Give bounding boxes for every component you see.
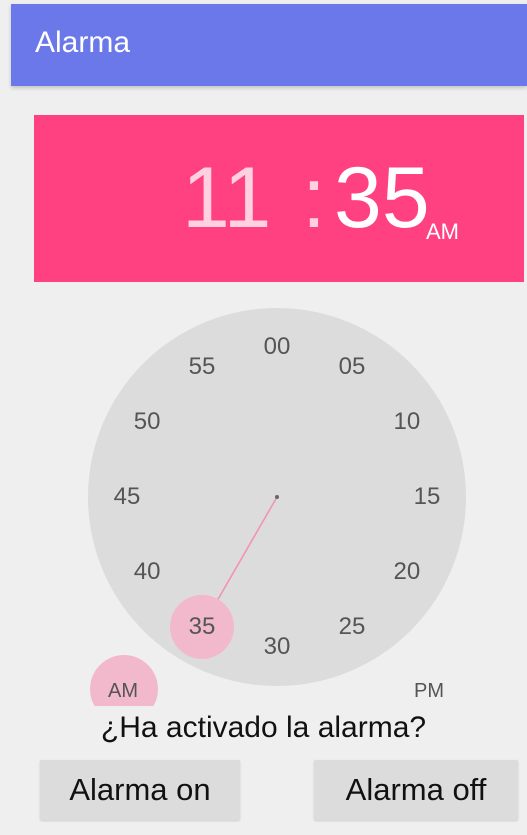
question-text: ¿Ha activado la alarma? (0, 706, 527, 750)
app-title: Alarma (35, 26, 131, 59)
alarm-off-button[interactable]: Alarma off (314, 760, 518, 820)
time-separator: : (302, 150, 326, 246)
minute-label-15[interactable]: 15 (397, 483, 457, 511)
clock-center-dot (275, 495, 279, 499)
minute-clock-dial[interactable]: 00 05 10 15 20 25 30 35 40 45 50 55 (88, 308, 466, 686)
pm-button[interactable]: PM (414, 680, 444, 703)
alarm-on-button[interactable]: Alarma on (40, 760, 240, 820)
minute-label-10[interactable]: 10 (377, 408, 437, 436)
ampm-display: AM (426, 219, 459, 244)
minute-label-30[interactable]: 30 (247, 633, 307, 661)
time-display: 11 : 35 AM (34, 115, 524, 282)
app-bar: Alarma (11, 4, 527, 86)
minute-label-05[interactable]: 05 (322, 353, 382, 381)
minute-label-55[interactable]: 55 (172, 353, 232, 381)
minute-display[interactable]: 35 (334, 155, 430, 241)
minute-label-25[interactable]: 25 (322, 613, 382, 641)
minute-label-50[interactable]: 50 (117, 408, 177, 436)
minute-label-40[interactable]: 40 (117, 558, 177, 586)
minute-label-00[interactable]: 00 (247, 333, 307, 361)
minute-label-45[interactable]: 45 (97, 483, 157, 511)
minute-label-20[interactable]: 20 (377, 558, 437, 586)
am-button[interactable]: AM (108, 680, 138, 703)
minute-label-35[interactable]: 35 (172, 613, 232, 641)
hour-display[interactable]: 11 (182, 155, 271, 241)
